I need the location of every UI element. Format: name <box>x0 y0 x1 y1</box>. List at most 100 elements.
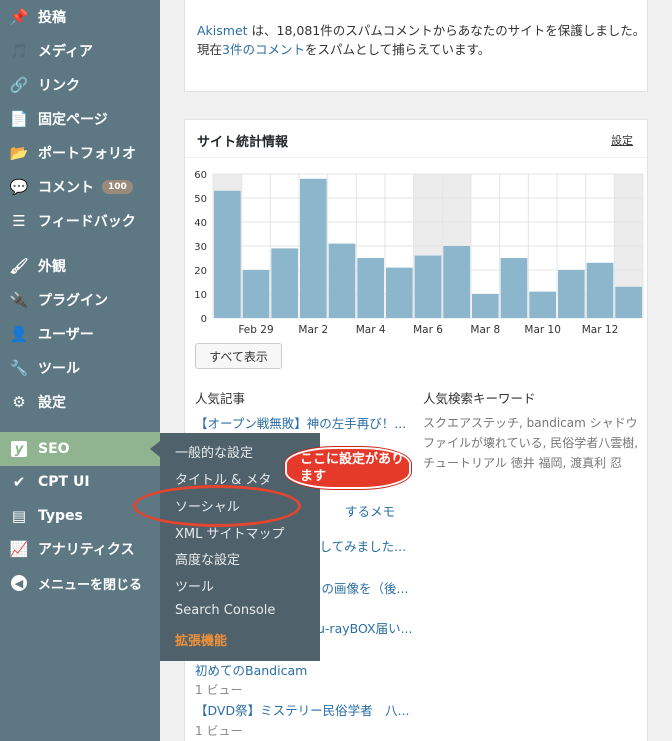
y-tick-label: 40 <box>194 218 207 229</box>
chart-bar <box>558 270 585 318</box>
sidebar-item-1[interactable]: 🎵 メディア <box>0 34 160 68</box>
x-tick-label: Feb 29 <box>238 324 273 334</box>
sidebar-item-7[interactable]: 🖌 外観 <box>0 249 160 283</box>
submenu-item-4[interactable]: 高度な設定 <box>175 549 240 568</box>
spam-comments-link[interactable]: 3件のコメント <box>222 42 305 57</box>
post-views: 1 ビュー <box>195 683 243 697</box>
sidebar-item-9[interactable]: 👤 ユーザー <box>0 317 160 351</box>
sidebar-item-15[interactable]: 📈 アナリティクス <box>0 532 160 566</box>
sidebar-item-label: SEO <box>38 441 70 457</box>
sidebar-item-0[interactable]: 📌 投稿 <box>0 0 160 34</box>
sidebar-item-10[interactable]: 🔧 ツール <box>0 351 160 385</box>
sidebar-item-label: 外観 <box>38 259 66 275</box>
x-tick-label: Mar 8 <box>470 324 500 334</box>
sidebar-item-label: プラグイン <box>38 293 108 309</box>
settings-icon: ⚙ <box>12 393 26 411</box>
y-tick-label: 60 <box>194 170 207 181</box>
sidebar-item-5[interactable]: 💬 コメント 100 <box>0 170 160 204</box>
sidebar-item-12[interactable]: y SEO <box>0 432 160 466</box>
sidebar-item-label: メディア <box>38 44 94 60</box>
chart-bar <box>328 243 356 318</box>
stats-header: サイト統計情報 設定 <box>185 120 647 158</box>
sidebar-item-label: リンク <box>38 78 80 94</box>
y-tick-label: 50 <box>194 194 207 205</box>
sidebar-item-label: Types <box>38 508 83 524</box>
sidebar-item-6[interactable]: ☰ フィードバック <box>0 204 160 238</box>
link-icon: 🔗 <box>9 76 29 94</box>
sidebar-item-2[interactable]: 🔗 リンク <box>0 68 160 102</box>
popular-post-link[interactable]: するメモ <box>345 501 395 520</box>
plugin-icon: 🔌 <box>9 291 29 309</box>
sidebar-item-label: ユーザー <box>38 327 94 343</box>
akismet-summary: Akismet は、18,081件のスパムコメントからあなたのサイトを保護しまし… <box>185 21 647 40</box>
folder-icon: 📂 <box>9 144 29 162</box>
submenu-item-5[interactable]: ツール <box>175 576 214 595</box>
check-icon: ✔ <box>12 473 26 491</box>
x-tick-label: Mar 2 <box>298 324 328 334</box>
post-views: 1 ビュー <box>195 724 243 738</box>
sidebar-item-label: メニューを閉じる <box>38 577 143 593</box>
submenu-item-6[interactable]: Search Console <box>175 603 275 618</box>
show-all-button[interactable]: すべて表示 <box>195 343 282 369</box>
submenu-item-0[interactable]: 一般的な設定 <box>175 442 253 461</box>
stats-title: サイト統計情報 <box>197 135 289 150</box>
search-terms-heading: 人気検索キーワード <box>423 391 536 406</box>
y-tick-label: 0 <box>201 314 207 325</box>
popular-post-link[interactable]: 【オープン戦無敗】神の左手再び！... <box>195 413 406 432</box>
yoast-icon: y <box>11 441 27 457</box>
chart-bar <box>386 267 413 318</box>
chart-bar <box>500 258 528 318</box>
sidebar-item-16[interactable]: ◀ メニューを閉じる <box>0 566 160 600</box>
chart-bar <box>357 258 384 318</box>
sidebar-item-3[interactable]: 📄 固定ページ <box>0 102 160 136</box>
page-icon: 📄 <box>9 110 29 128</box>
chart-bar <box>472 294 499 318</box>
sidebar-item-8[interactable]: 🔌 プラグイン <box>0 283 160 317</box>
y-tick-label: 20 <box>194 266 207 277</box>
highlight-ellipse <box>133 485 301 527</box>
comment-icon: 💬 <box>9 178 29 196</box>
pin-icon: 📌 <box>9 8 29 26</box>
chart-bar <box>300 178 327 318</box>
feedback-icon: ☰ <box>12 212 26 230</box>
sidebar-item-label: コメント <box>38 180 94 196</box>
popular-post-link[interactable]: ーの画像を（後... <box>309 578 408 597</box>
popular-post-link[interactable]: 【DVD祭】ミステリー民俗学者 八... <box>195 700 410 719</box>
stats-settings-link[interactable]: 設定 <box>611 132 633 148</box>
types-icon: ▤ <box>11 507 27 525</box>
akismet-link[interactable]: Akismet <box>197 23 248 38</box>
x-tick-label: Mar 4 <box>356 324 386 334</box>
x-tick-label: Mar 12 <box>582 324 619 334</box>
sidebar-item-label: 固定ページ <box>38 112 108 128</box>
sidebar-item-label: アナリティクス <box>38 542 135 558</box>
popular-post-link[interactable]: 較してみました... <box>307 536 406 555</box>
submenu-item-7[interactable]: 拡張機能 <box>175 630 227 649</box>
comment-count-badge: 100 <box>102 180 133 194</box>
sidebar-item-label: CPT UI <box>38 474 90 490</box>
user-icon: 👤 <box>9 325 29 343</box>
popular-post-link[interactable]: 初めてのBandicam <box>195 660 307 679</box>
media-icon: 🎵 <box>9 42 29 60</box>
analytics-icon: 📈 <box>9 540 29 558</box>
chart-bar <box>271 248 298 318</box>
wrench-icon: 🔧 <box>9 359 29 377</box>
popular-post-link[interactable]: u-rayBOX届い... <box>317 618 413 637</box>
sidebar-item-label: ツール <box>38 361 80 377</box>
akismet-spam-line: 現在3件のコメントをスパムとして捕らえています。 <box>185 40 647 59</box>
akismet-line2-pre: 現在 <box>197 42 223 57</box>
popular-posts-heading: 人気記事 <box>195 391 246 406</box>
submenu-pointer <box>150 441 160 457</box>
sidebar-item-13[interactable]: ✔ CPT UI <box>0 465 160 499</box>
chart-bar <box>214 190 241 318</box>
search-terms-list: スクエアステッチ, bandicam シャドウファイルが壊れている, 民俗学者八… <box>423 416 639 470</box>
chart-bar <box>443 246 470 318</box>
sidebar-item-label: 設定 <box>38 395 66 411</box>
akismet-line2-post: をスパムとして捕らえています。 <box>304 42 491 57</box>
chart-bar <box>242 270 270 318</box>
y-tick-label: 10 <box>194 290 207 301</box>
sidebar-item-4[interactable]: 📂 ポートフォリオ <box>0 136 160 170</box>
sidebar-item-11[interactable]: ⚙ 設定 <box>0 385 160 419</box>
sidebar-item-label: フィードバック <box>38 214 136 230</box>
sidebar-item-label: ポートフォリオ <box>38 146 136 162</box>
collapse-icon: ◀ <box>11 575 27 591</box>
